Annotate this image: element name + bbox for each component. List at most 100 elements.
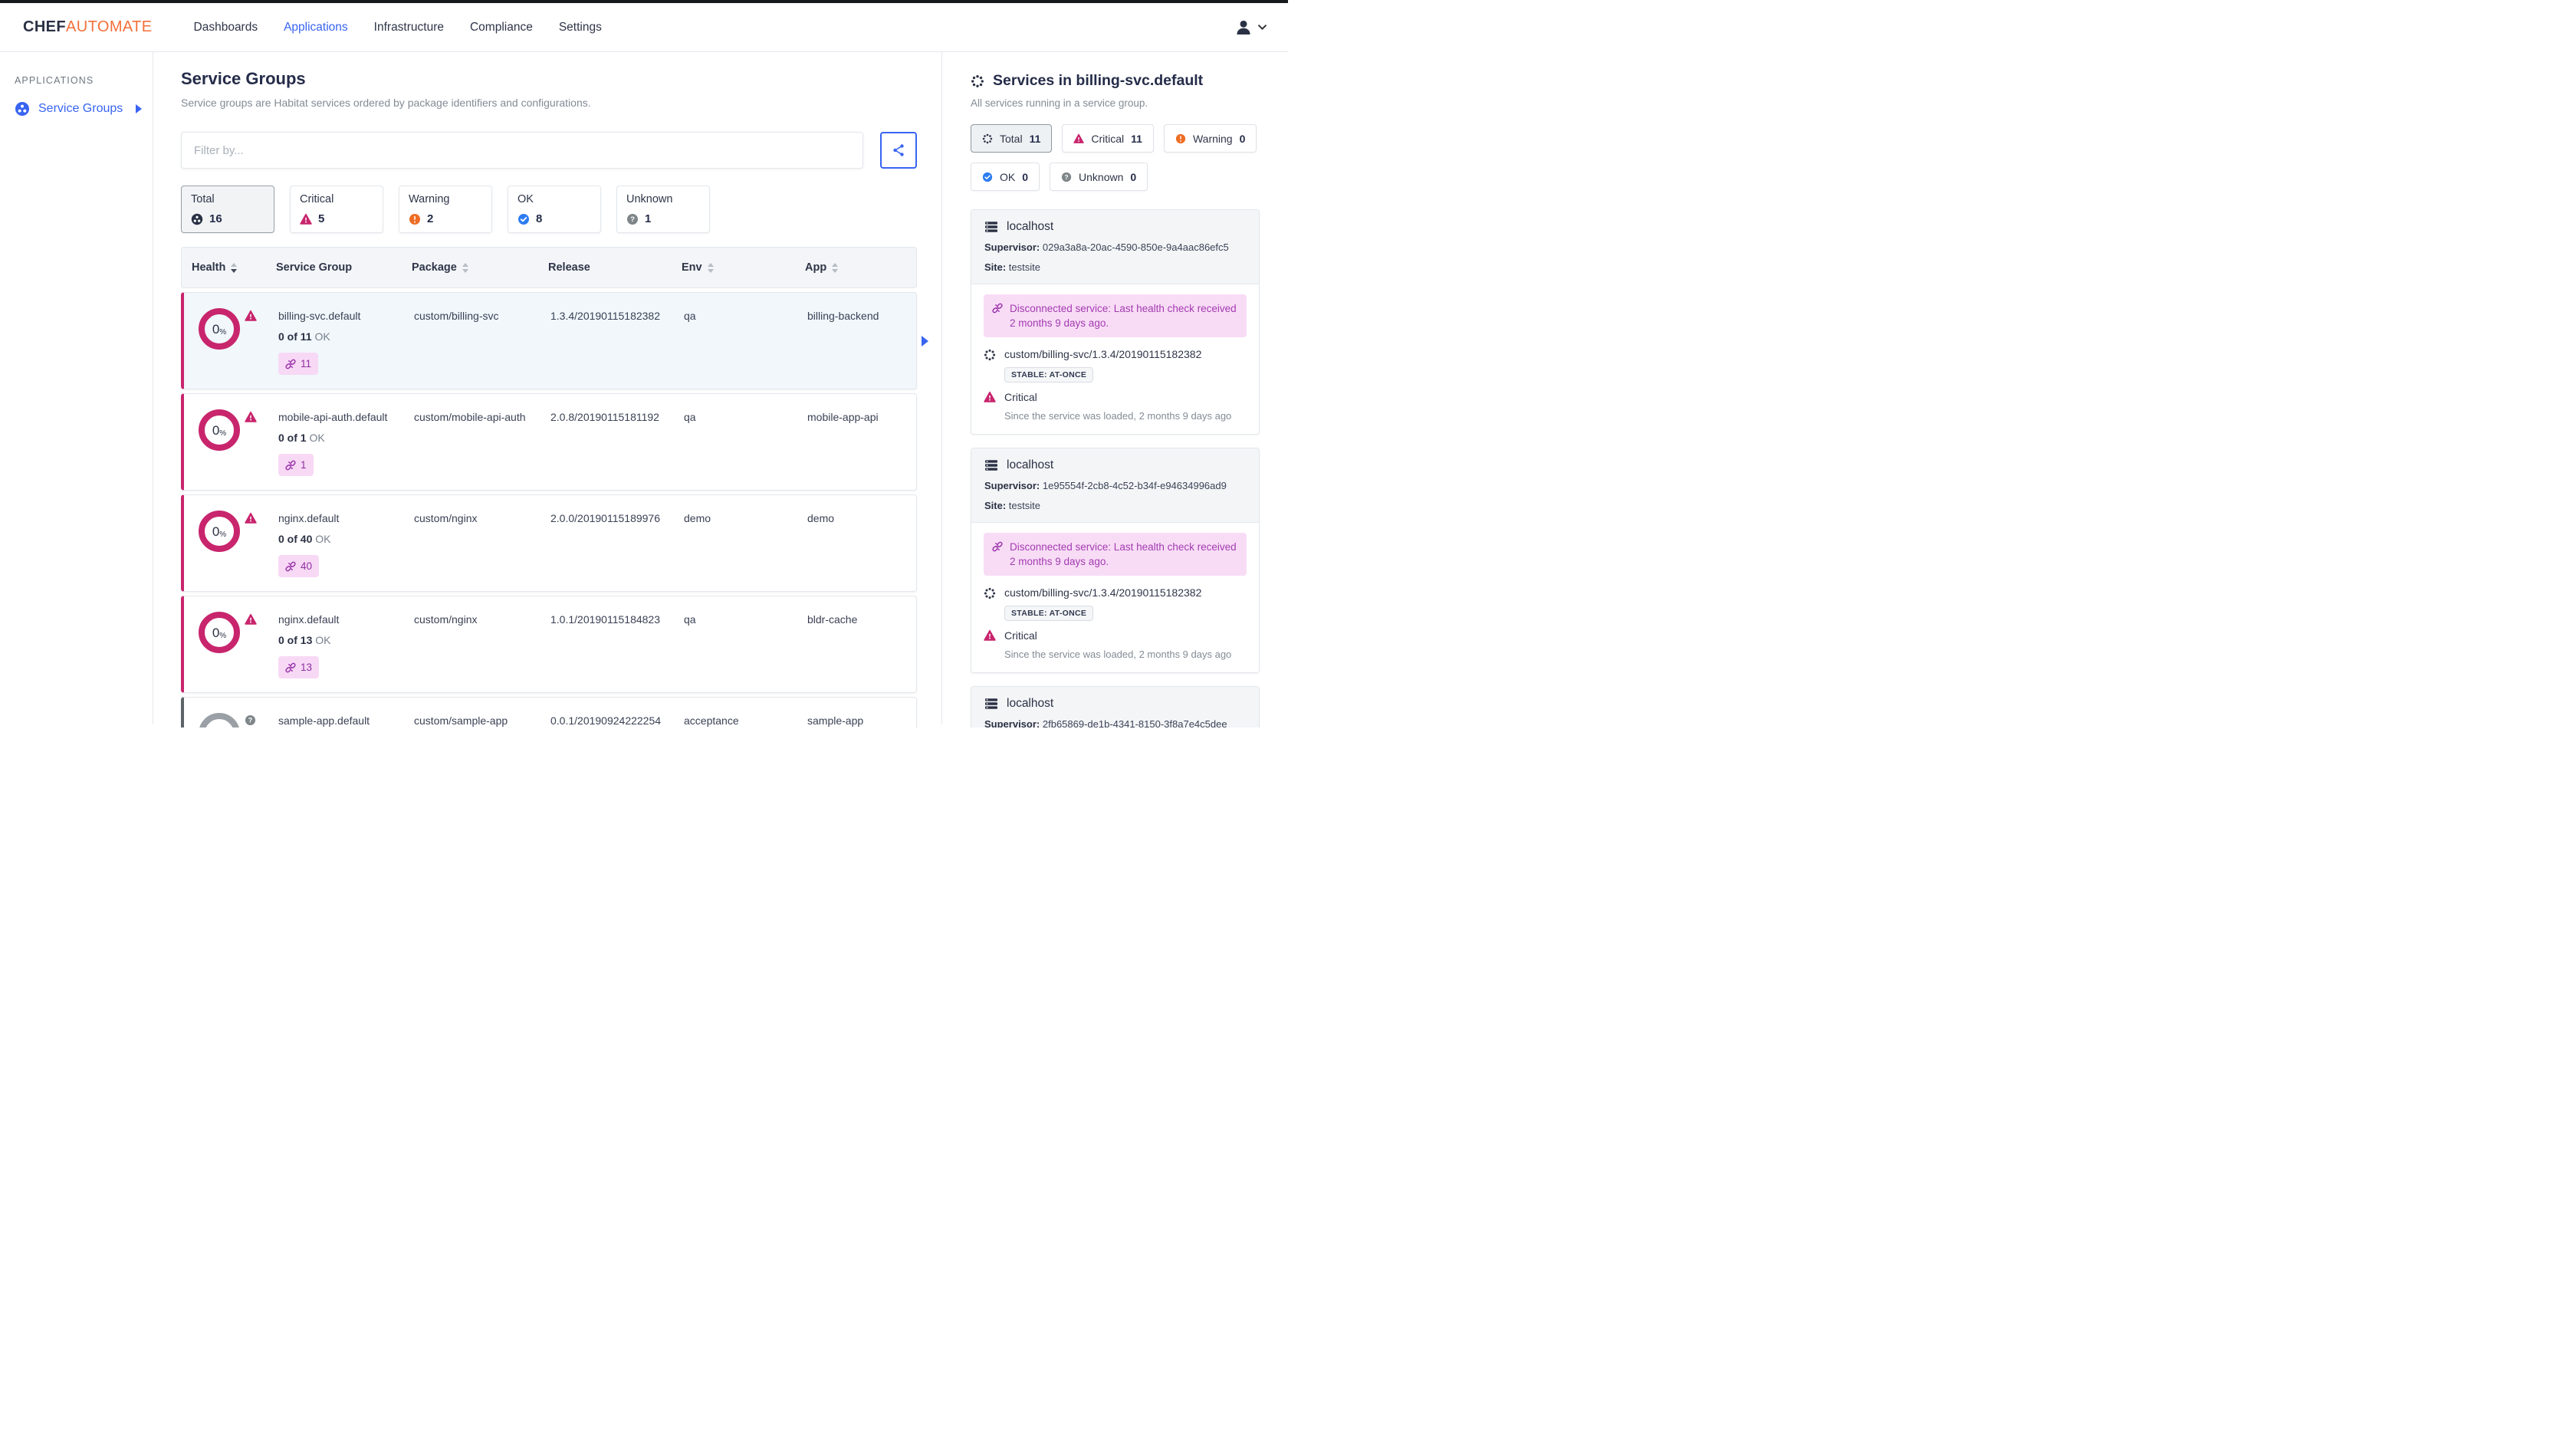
disconnected-chip: 1: [278, 454, 314, 476]
table-row[interactable]: 0% nginx.default 0 of 40 OK 40 custom/ng…: [181, 494, 917, 592]
pill-critical[interactable]: Critical 11: [1062, 124, 1154, 153]
status-card-critical[interactable]: Critical 5: [290, 186, 383, 233]
status-card-label: Total: [191, 193, 215, 205]
status-card-unknown[interactable]: Unknown 1: [616, 186, 710, 233]
status-card-count: 16: [209, 212, 222, 225]
host-name: localhost: [1007, 220, 1054, 233]
disconnected-chip: 13: [278, 656, 320, 678]
pill-total[interactable]: Total 11: [971, 124, 1053, 153]
status-filter-cards: Total 16 Critical 5 Warning 2 OK 8 Unkno…: [181, 186, 917, 233]
release-cell: 0.0.1/20190924222254: [550, 714, 662, 727]
table-row[interactable]: 0% billing-svc.default 0 of 11 OK 11 cus…: [181, 292, 928, 389]
column-header-env[interactable]: Env: [682, 261, 805, 274]
app-cell: billing-backend: [807, 310, 879, 322]
status-card-label: OK: [518, 193, 534, 205]
service-group-cell: mobile-api-auth.default 0 of 1 OK 1: [278, 409, 414, 476]
sort-icon: [231, 262, 238, 273]
critical-icon: [245, 512, 257, 524]
status-card-warning[interactable]: Warning 2: [399, 186, 492, 233]
table-row[interactable]: 0% sample-app.default 0 of 1 OK 1 custom…: [181, 697, 917, 728]
service-card: localhost Supervisor: 029a3a8a-20ac-4590…: [971, 209, 1260, 435]
nav-compliance[interactable]: Compliance: [470, 21, 533, 34]
unknown-icon: [245, 714, 256, 726]
status-card-label: Unknown: [626, 193, 673, 205]
critical-icon: [300, 213, 312, 225]
service-group-name: nginx.default: [278, 613, 340, 626]
column-header-release: Release: [548, 261, 590, 274]
share-button[interactable]: [880, 132, 917, 169]
pill-warning[interactable]: Warning 0: [1163, 124, 1257, 153]
critical-icon: [245, 613, 257, 626]
package-cell: custom/nginx: [414, 613, 478, 626]
filter-input[interactable]: [181, 132, 863, 169]
ok-icon: [518, 213, 530, 225]
broken-link-icon: [285, 460, 296, 471]
pill-ok[interactable]: OK 0: [971, 163, 1040, 191]
service-group-cell: nginx.default 0 of 13 OK 13: [278, 612, 414, 678]
nav-applications[interactable]: Applications: [284, 21, 348, 34]
app-cell: bldr-cache: [807, 613, 858, 626]
host-name: localhost: [1007, 697, 1054, 710]
sidebar-item-service-groups[interactable]: Service Groups: [15, 101, 142, 117]
disconnected-chip: 11: [278, 353, 319, 375]
share-icon: [892, 143, 905, 157]
status-card-count: 5: [318, 212, 325, 225]
broken-link-icon: [992, 303, 1003, 314]
nav-infrastructure[interactable]: Infrastructure: [374, 21, 444, 34]
service-cards-list: localhost Supervisor: 029a3a8a-20ac-4590…: [971, 209, 1260, 728]
site-line: Site: testsite: [984, 261, 1040, 273]
pill-unknown[interactable]: Unknown 0: [1050, 163, 1148, 191]
broken-link-icon: [285, 359, 296, 369]
package-identifier: custom/billing-svc/1.3.4/20190115182382: [984, 347, 1247, 362]
service-group-name: nginx.default: [278, 512, 340, 524]
service-card-header: localhost Supervisor: 1e95554f-2cb8-4c52…: [971, 448, 1259, 523]
status-card-total[interactable]: Total 16: [181, 186, 274, 233]
nav-settings[interactable]: Settings: [559, 21, 602, 34]
column-header-package[interactable]: Package: [412, 261, 548, 274]
page-subtitle: Service groups are Habitat services orde…: [181, 97, 591, 109]
column-header-app[interactable]: App: [805, 261, 916, 274]
status-card-ok[interactable]: OK 8: [508, 186, 601, 233]
env-cell: acceptance: [684, 714, 739, 727]
service-card-header: localhost Supervisor: 029a3a8a-20ac-4590…: [971, 210, 1259, 284]
status-card-count: 2: [427, 212, 434, 225]
status-card-count: 1: [645, 212, 652, 225]
env-cell: qa: [684, 411, 696, 423]
services-detail-panel: Services in billing-svc.default All serv…: [941, 52, 1288, 728]
disconnected-chip: 40: [278, 555, 320, 577]
package-cell: custom/nginx: [414, 512, 478, 524]
env-cell: qa: [684, 613, 696, 626]
column-header-health[interactable]: Health: [192, 261, 276, 274]
service-card-body: Disconnected service: Last health check …: [971, 284, 1259, 434]
sidebar: APPLICATIONS Service Groups: [0, 52, 153, 724]
since-text: Since the service was loaded, 2 months 9…: [1004, 649, 1232, 660]
health-donut: 0%: [199, 308, 240, 350]
supervisor-line: Supervisor: 2fb65869-de1b-4341-8150-3f8a…: [984, 718, 1227, 728]
table-row[interactable]: 0% nginx.default 0 of 13 OK 13 custom/ng…: [181, 596, 917, 693]
table-row[interactable]: 0% mobile-api-auth.default 0 of 1 OK 1 c…: [181, 393, 917, 491]
main-content: Service Groups Service groups are Habita…: [153, 52, 941, 728]
app-cell: demo: [807, 512, 835, 524]
filter-bar: [181, 132, 917, 169]
service-card-body: Disconnected service: Last health check …: [971, 523, 1259, 672]
channel-badge: STABLE: AT-ONCE: [1004, 606, 1094, 621]
panel-title: Services in billing-svc.default: [971, 72, 1260, 90]
caret-right-icon: [136, 104, 142, 113]
selected-row-arrow-icon[interactable]: [922, 335, 928, 347]
health-donut: 0%: [199, 713, 240, 728]
service-group-cell: nginx.default 0 of 40 OK 40: [278, 511, 414, 577]
health-donut: 0%: [199, 511, 240, 552]
service-group-cell: billing-svc.default 0 of 11 OK 11: [278, 308, 414, 375]
user-menu-button[interactable]: [1234, 18, 1267, 37]
health-cell: 0%: [194, 713, 278, 728]
release-cell: 1.0.1/20190115184823: [550, 613, 660, 626]
channel-badge: STABLE: AT-ONCE: [1004, 367, 1094, 383]
env-cell: qa: [684, 310, 696, 322]
chef-automate-app: CHEFAUTOMATE Dashboards Applications Inf…: [0, 0, 1288, 728]
cluster-dots-icon: [982, 133, 993, 144]
ok-icon: [982, 172, 993, 182]
broken-link-icon: [992, 541, 1003, 552]
nav-dashboards[interactable]: Dashboards: [194, 21, 258, 34]
chef-automate-logo[interactable]: CHEFAUTOMATE: [23, 18, 153, 36]
release-cell: 2.0.8/20190115181192: [550, 411, 659, 423]
